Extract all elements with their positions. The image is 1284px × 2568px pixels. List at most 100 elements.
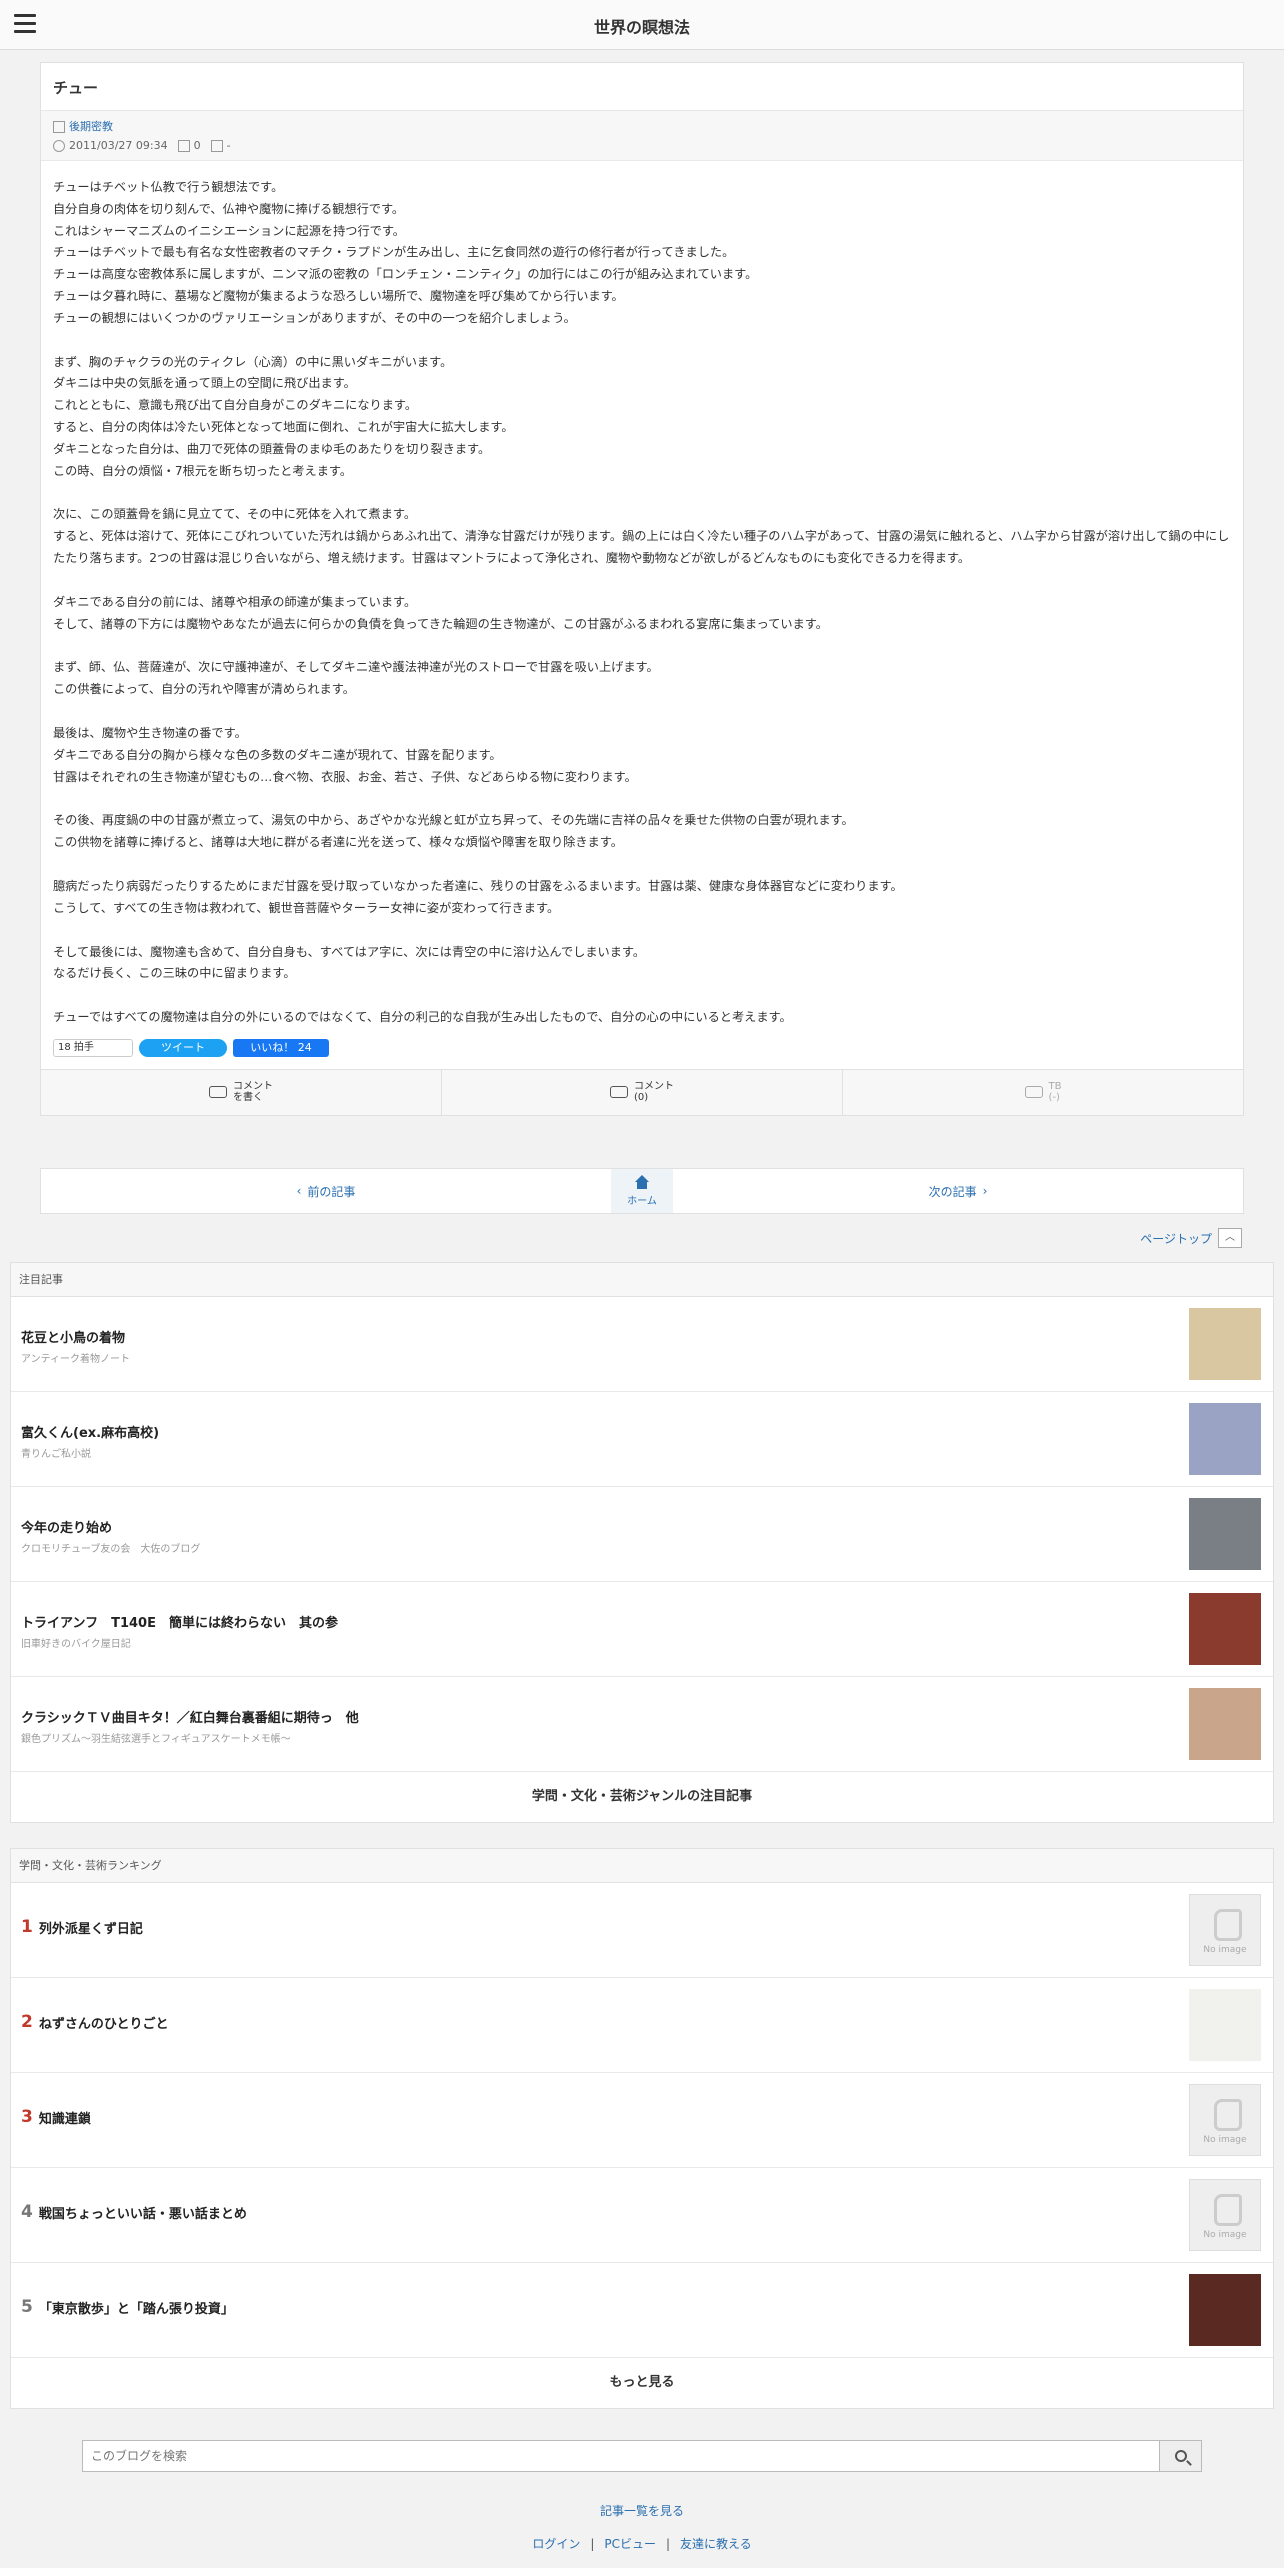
paragraph: チューではすべての魔物達は自分の外にいるのではなくて、自分の利己的な自我が生み出…	[53, 1010, 792, 1025]
trackback-button[interactable]: TB (-)	[843, 1070, 1243, 1115]
comment-write-icon	[209, 1086, 227, 1099]
write-comment-label: コメント を書く	[233, 1081, 273, 1104]
prev-article-link[interactable]: ‹ 前の記事	[41, 1169, 611, 1213]
comment-icon	[610, 1086, 628, 1099]
ranking-thumbnail	[1189, 1989, 1261, 2061]
paragraph: 臆病だったり病弱だったりするためにまだ甘露を受け取っていなかった者達に、残りの甘…	[53, 878, 903, 915]
featured-thumbnail	[1189, 1308, 1261, 1380]
paragraph: チューはチベット仏教で行う観想法です。 自分自身の肉体を切り刻んで、仏神や魔物に…	[53, 180, 758, 325]
article-body: チューはチベット仏教で行う観想法です。 自分自身の肉体を切り刻んで、仏神や魔物に…	[41, 161, 1243, 1039]
ranking-item[interactable]: 4 戦国ちょっといい話・悪い話まとめ No image	[11, 2168, 1273, 2263]
featured-item[interactable]: 今年の走り始め クロモリチューブ友の会 大佐のブログ	[11, 1487, 1273, 1582]
ranking-heading: 学問・文化・芸術ランキング	[11, 1849, 1273, 1883]
search-input[interactable]	[82, 2440, 1160, 2472]
chevron-right-icon: ›	[982, 1184, 988, 1198]
paragraph: 最後は、魔物や生き物達の番です。 ダキニである自分の胸から様々な色の多数のダキニ…	[53, 725, 637, 784]
no-image-thumbnail: No image	[1189, 2084, 1261, 2156]
login-link[interactable]: ログイン	[532, 2537, 580, 2551]
featured-thumbnail	[1189, 1688, 1261, 1760]
home-label: ホーム	[627, 1196, 657, 1207]
article-list-link[interactable]: 記事一覧を見る	[600, 2504, 684, 2518]
chevron-left-icon: ‹	[296, 1184, 302, 1198]
ranking-title: 知識連鎖	[38, 2111, 91, 2127]
chevron-up-icon: ︿	[1218, 1228, 1242, 1248]
comment-count: 0	[193, 139, 201, 152]
home-icon	[635, 1175, 649, 1182]
ranking-panel: 学問・文化・芸術ランキング 1 列外派星くず日記 No image 2 ねずさんのひ…	[10, 1848, 1274, 2409]
top-bar: 世界の瞑想法	[0, 0, 1284, 50]
page-top-label: ページトップ	[1140, 1231, 1212, 1246]
article-actions: コメント を書く コメント (0) TB (-)	[41, 1068, 1243, 1115]
rank-number: 2	[21, 2012, 33, 2032]
next-article-link[interactable]: 次の記事 ›	[673, 1169, 1243, 1213]
article-list-row: 記事一覧を見る	[0, 2502, 1284, 2519]
featured-item[interactable]: 花豆と小鳥の着物 アンティーク着物ノート	[11, 1297, 1273, 1392]
blog-title[interactable]: 世界の瞑想法	[0, 14, 1284, 38]
paragraph: 次に、この頭蓋骨を鍋に見立てて、その中に死体を入れて煮ます。 すると、死体は溶け…	[53, 507, 1230, 565]
category-icon	[53, 120, 65, 133]
tell-friend-link[interactable]: 友達に教える	[680, 2537, 752, 2551]
rank-number: 3	[21, 2107, 33, 2127]
more-ranking-link[interactable]: もっと見る	[11, 2358, 1273, 2408]
search-button[interactable]	[1160, 2440, 1202, 2472]
featured-thumbnail	[1189, 1403, 1261, 1475]
featured-title: トライアンフ T140E 簡単には終わらない 其の参	[21, 1616, 338, 1631]
ranking-item[interactable]: 2 ねずさんのひとりごと	[11, 1978, 1273, 2073]
featured-thumbnail	[1189, 1593, 1261, 1665]
ranking-title: 列外派星くず日記	[38, 1921, 143, 1937]
page-top-link[interactable]: ページトップ ︿	[1140, 1228, 1242, 1248]
comments-label: コメント (0)	[634, 1081, 674, 1104]
next-label: 次の記事	[928, 1184, 977, 1199]
featured-blog: 銀色プリズム～羽生結弦選手とフィギュアスケートメモ帳～	[21, 1734, 291, 1745]
rank-number: 4	[21, 2202, 33, 2222]
tweet-button[interactable]: ツイート	[139, 1038, 227, 1057]
paragraph: まず、胸のチャクラの光のティクレ（心滴）の中に黒いダキニがいます。 ダキニは中央…	[53, 354, 514, 478]
article-title: チュー	[41, 63, 1243, 111]
featured-genre-link[interactable]: 学問・文化・芸術ジャンルの注目記事	[11, 1772, 1273, 1822]
write-comment-button[interactable]: コメント を書く	[41, 1069, 442, 1115]
footer-links: ログイン | PCビュー | 友達に教える	[532, 2537, 752, 2551]
trackback-count: -	[226, 139, 231, 152]
ranking-item[interactable]: 3 知識連鎖 No image	[11, 2073, 1273, 2168]
prev-label: 前の記事	[307, 1184, 356, 1199]
ranking-title: 戦国ちょっといい話・悪い話まとめ	[38, 2206, 247, 2222]
article: チュー 後期密教 2011/03/27 09:34 0 - チューはチベット仏教…	[40, 62, 1244, 1116]
article-pager: ‹ 前の記事 ホーム 次の記事 ›	[40, 1168, 1244, 1214]
featured-item[interactable]: クラシックＴＶ曲目キタ！／紅白舞台裏番組に期待っ 他 銀色プリズム～羽生結弦選手…	[11, 1677, 1273, 1772]
ranking-item[interactable]: 5 「東京散歩」と「踏ん張り投資」	[11, 2263, 1273, 2358]
featured-title: 今年の走り始め	[21, 1521, 113, 1536]
ranking-title: 「東京散歩」と「踏ん張り投資」	[38, 2301, 234, 2317]
pc-view-link[interactable]: PCビュー	[604, 2537, 656, 2551]
paragraph: そして最後には、魔物達も含めて、自分自身も、すべてはア字に、次には青空の中に溶け…	[53, 944, 646, 981]
featured-blog: アンティーク着物ノート	[21, 1354, 130, 1365]
trackback-label: TB (-)	[1048, 1081, 1062, 1104]
like-button[interactable]: いいね！ 24	[233, 1038, 329, 1057]
featured-panel: 注目記事 花豆と小鳥の着物 アンティーク着物ノート 富久くん(ex.麻布高校) …	[10, 1262, 1274, 1823]
share-buttons: 18 拍手 ツイート いいね！ 24	[41, 1038, 1243, 1069]
comment-icon	[177, 139, 190, 152]
trackback-icon	[1024, 1086, 1043, 1099]
featured-item[interactable]: トライアンフ T140E 簡単には終わらない 其の参 旧車好きのバイク屋日記	[11, 1582, 1273, 1677]
featured-blog: クロモリチューブ友の会 大佐のブログ	[21, 1544, 201, 1555]
ranking-title: ねずさんのひとりごと	[38, 2016, 169, 2032]
ranking-item[interactable]: 1 列外派星くず日記 No image	[11, 1883, 1273, 1978]
comments-button[interactable]: コメント (0)	[442, 1069, 843, 1115]
rank-number: 5	[21, 2297, 33, 2317]
paragraph: まず、師、仏、菩薩達が、次に守護神達が、そしてダキニ達や護法神達が光のストローで…	[53, 660, 659, 697]
featured-item[interactable]: 富久くん(ex.麻布高校) 青りんご私小説	[11, 1392, 1273, 1487]
ranking-thumbnail	[1189, 2274, 1261, 2346]
featured-blog: 青りんご私小説	[21, 1449, 91, 1460]
clap-button[interactable]: 18 拍手	[53, 1038, 133, 1057]
paragraph: ダキニである自分の前には、諸尊や相承の師達が集まっています。 そして、諸尊の下方…	[53, 594, 828, 631]
featured-title: 花豆と小鳥の着物	[21, 1331, 126, 1346]
category-link[interactable]: 後期密教	[69, 117, 113, 136]
featured-thumbnail	[1189, 1498, 1261, 1570]
clock-icon	[53, 139, 65, 152]
post-datetime: 2011/03/27 09:34	[69, 139, 168, 152]
no-image-thumbnail: No image	[1189, 1894, 1261, 1966]
article-meta: 後期密教 2011/03/27 09:34 0 -	[41, 111, 1243, 161]
paragraph: その後、再度鍋の中の甘露が煮立って、湯気の中から、あざやかな光線と虹が立ち昇って…	[53, 813, 854, 850]
blog-search	[82, 2440, 1202, 2472]
featured-heading: 注目記事	[11, 1263, 1273, 1297]
home-button[interactable]: ホーム	[611, 1169, 673, 1213]
